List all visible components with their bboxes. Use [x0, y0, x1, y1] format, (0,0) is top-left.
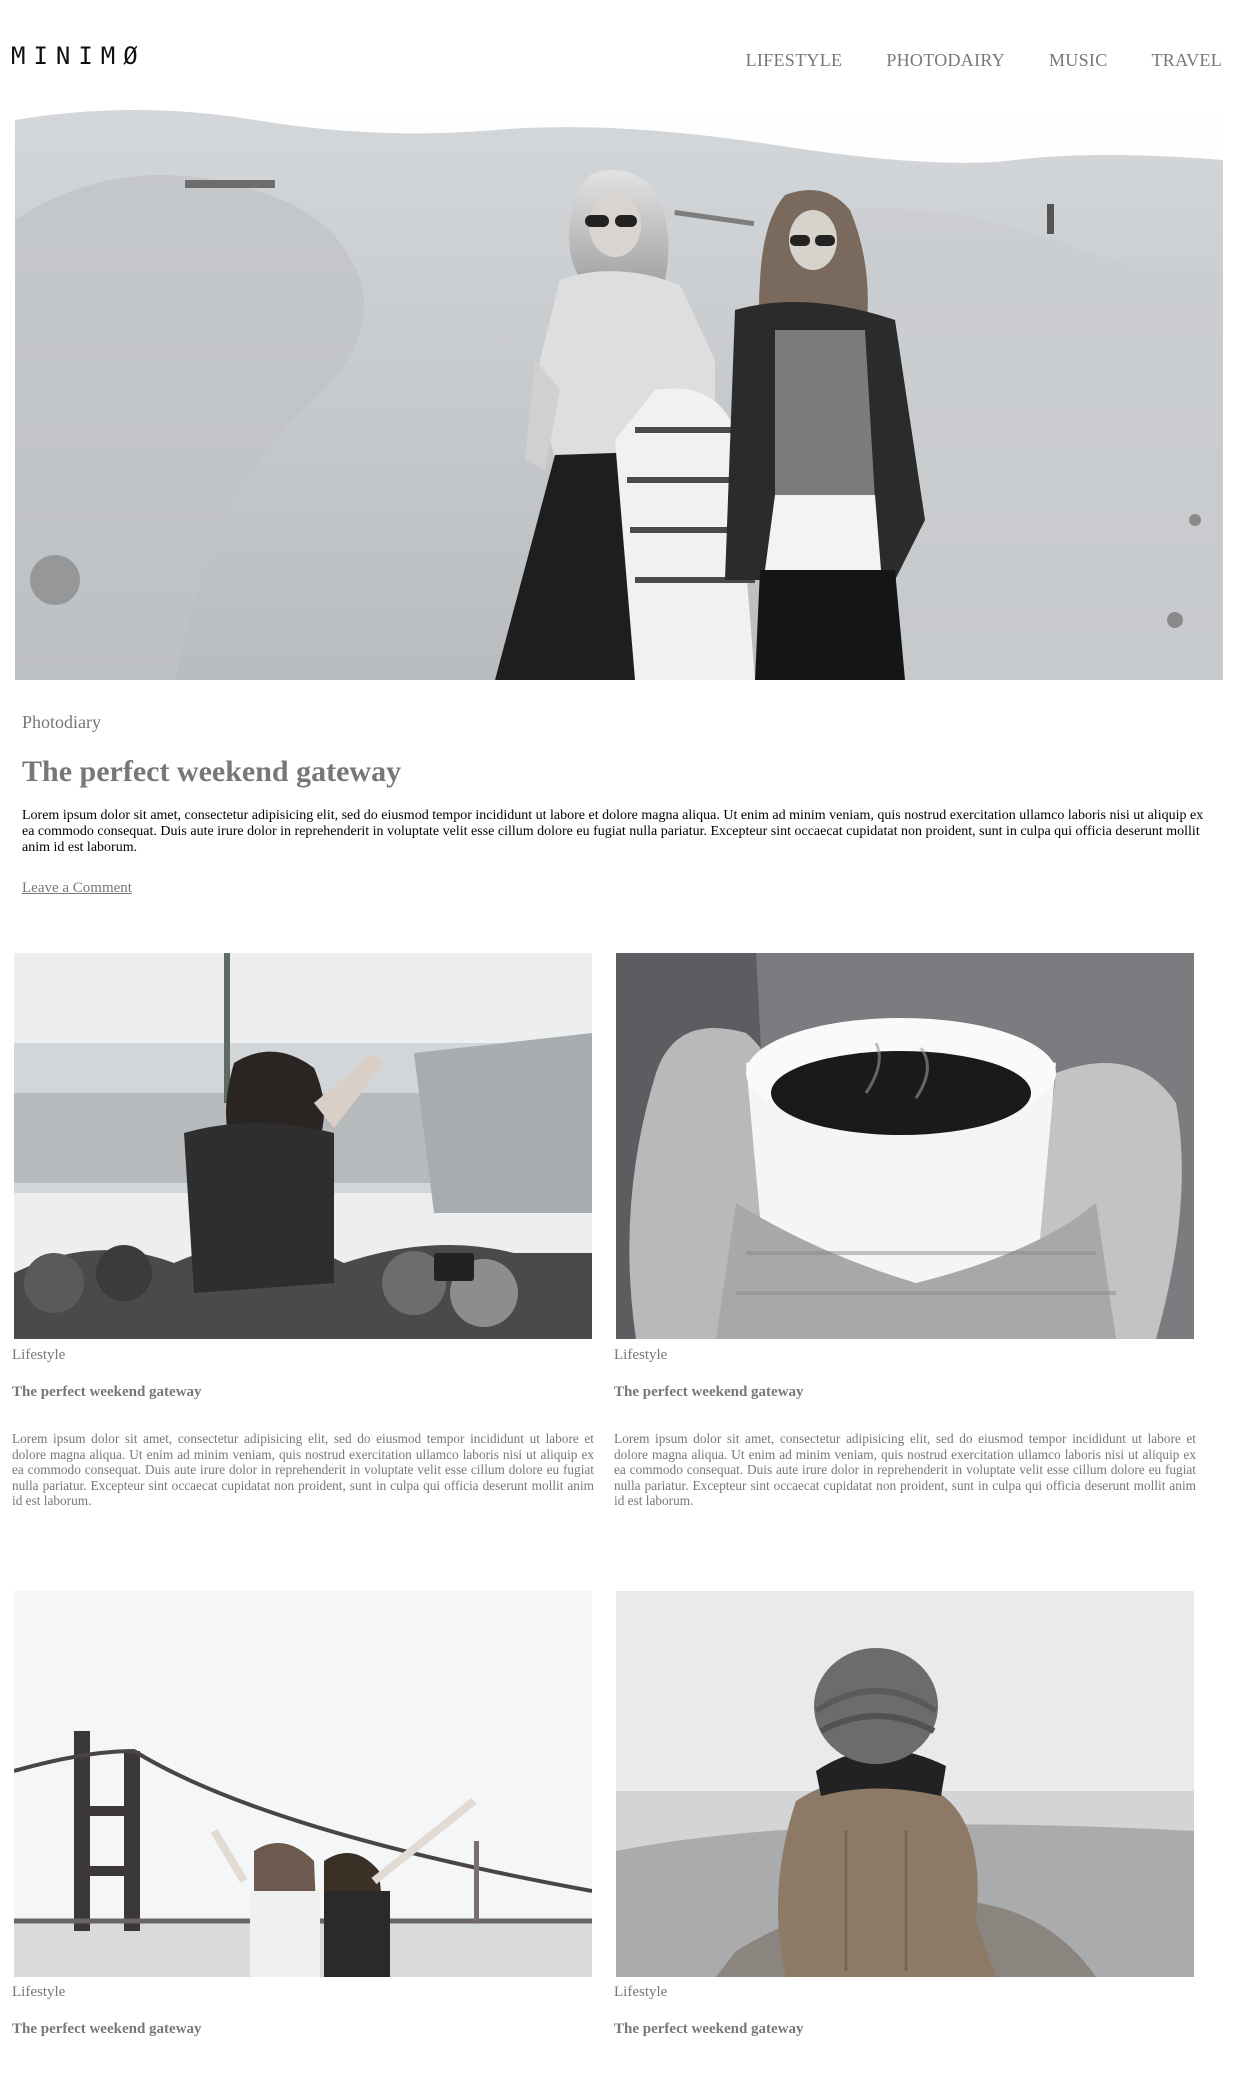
site-header: MINIMØ LIFESTYLE PHOTODAIRY MUSIC TRAVEL: [0, 0, 1238, 96]
post-category[interactable]: Lifestyle: [614, 1347, 667, 1364]
post-title[interactable]: The perfect weekend gateway: [12, 1384, 202, 1401]
post-image-beanie[interactable]: [616, 1591, 1194, 1977]
post-category[interactable]: Lifestyle: [12, 1984, 65, 2001]
hero-photo-two-women-dunes: [15, 100, 1223, 680]
leave-comment-link[interactable]: Leave a Comment: [22, 880, 132, 897]
post-title[interactable]: The perfect weekend gateway: [614, 2021, 804, 2038]
post-category[interactable]: Lifestyle: [614, 1984, 667, 2001]
post-title[interactable]: The perfect weekend gateway: [614, 1384, 804, 1401]
post-image-bridge[interactable]: [14, 1591, 592, 1977]
nav-item-lifestyle[interactable]: LIFESTYLE: [746, 50, 843, 71]
post-title[interactable]: The perfect weekend gateway: [12, 2021, 202, 2038]
hero-title[interactable]: The perfect weekend gateway: [22, 755, 401, 789]
hero-category[interactable]: Photodiary: [22, 712, 101, 733]
post-excerpt: Lorem ipsum dolor sit amet, consectetur …: [12, 1431, 594, 1509]
photo-girls-golden-gate-bridge: [14, 1591, 592, 1977]
nav-item-travel[interactable]: TRAVEL: [1152, 50, 1222, 71]
main-nav: LIFESTYLE PHOTODAIRY MUSIC TRAVEL: [746, 50, 1222, 71]
post-excerpt: Lorem ipsum dolor sit amet, consectetur …: [614, 1431, 1196, 1509]
post-image-coffee[interactable]: [616, 953, 1194, 1339]
photo-coffee-mittens: [616, 953, 1194, 1339]
nav-item-photodairy[interactable]: PHOTODAIRY: [886, 50, 1005, 71]
nav-item-music[interactable]: MUSIC: [1049, 50, 1108, 71]
site-logo[interactable]: MINIMØ: [11, 44, 146, 68]
photo-person-beanie-hood: [616, 1591, 1194, 1977]
post-category[interactable]: Lifestyle: [12, 1347, 65, 1364]
photo-concert-crowd: [14, 953, 592, 1339]
hero-image[interactable]: [15, 100, 1223, 680]
post-image-concert[interactable]: [14, 953, 592, 1339]
hero-excerpt: Lorem ipsum dolor sit amet, consectetur …: [22, 808, 1204, 855]
